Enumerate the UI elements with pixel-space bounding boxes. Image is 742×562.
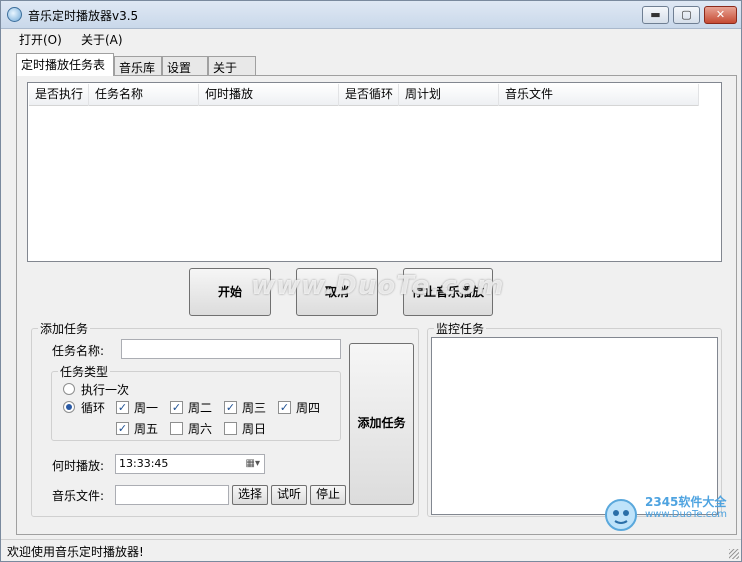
cancel-button[interactable]: 取消 xyxy=(296,268,378,316)
run-once-radio[interactable] xyxy=(63,383,75,395)
start-button[interactable]: 开始 xyxy=(189,268,271,316)
minimize-button[interactable]: ▬ xyxy=(642,6,669,24)
loop-label: 循环 xyxy=(81,401,106,415)
task-list[interactable]: 是否执行 任务名称 何时播放 是否循环 周计划 音乐文件 xyxy=(27,82,722,262)
column-header-music-file[interactable]: 音乐文件 xyxy=(499,84,699,106)
column-header-loop[interactable]: 是否循环 xyxy=(339,84,399,106)
add-task-group: 添加任务 任务名称: 任务类型 执行一次 循环 ✓ 周一 ✓ 周二 ✓ 周三 ✓… xyxy=(31,320,419,517)
window-title: 音乐定时播放器v3.5 xyxy=(28,9,139,23)
menu-open[interactable]: 打开(O) xyxy=(15,31,66,48)
resize-grip[interactable] xyxy=(729,549,739,559)
tab-about[interactable]: 关于 xyxy=(208,56,256,76)
weekday-1-checkbox[interactable]: ✓ xyxy=(116,401,129,414)
stop-music-button[interactable]: 停止音乐播放 xyxy=(403,268,493,316)
monitor-group-title: 监控任务 xyxy=(434,320,487,337)
column-header-enabled[interactable]: 是否执行 xyxy=(29,84,89,106)
weekday-2-checkbox[interactable]: ✓ xyxy=(170,401,183,414)
weekday-4-checkbox[interactable]: ✓ xyxy=(278,401,291,414)
app-icon xyxy=(7,7,22,22)
title-bar[interactable]: 音乐定时播放器v3.5 ▬ ▢ ✕ xyxy=(1,1,741,29)
column-header-play-time[interactable]: 何时播放 xyxy=(199,84,339,106)
tab-schedule[interactable]: 定时播放任务表 xyxy=(16,53,114,76)
main-window: 音乐定时播放器v3.5 ▬ ▢ ✕ 打开(O) 关于(A) 定时播放任务表 音乐… xyxy=(0,0,742,562)
task-type-group: 任务类型 执行一次 循环 ✓ 周一 ✓ 周二 ✓ 周三 ✓ 周四 ✓ 周五 周六… xyxy=(51,363,341,441)
music-file-input[interactable] xyxy=(115,485,229,505)
column-header-weekly-plan[interactable]: 周计划 xyxy=(399,84,499,106)
music-file-label: 音乐文件: xyxy=(52,489,105,503)
menu-bar: 打开(O) 关于(A) xyxy=(1,29,741,49)
weekday-2-label: 周二 xyxy=(188,401,213,415)
add-task-button[interactable]: 添加任务 xyxy=(349,343,414,505)
weekday-5-label: 周五 xyxy=(134,422,159,436)
weekday-6-checkbox[interactable] xyxy=(170,422,183,435)
status-bar: 欢迎使用音乐定时播放器! xyxy=(1,539,741,561)
loop-radio[interactable] xyxy=(63,401,75,413)
weekday-5-checkbox[interactable]: ✓ xyxy=(116,422,129,435)
stop-preview-button[interactable]: 停止 xyxy=(310,485,346,505)
weekday-7-label: 周日 xyxy=(242,422,267,436)
menu-about[interactable]: 关于(A) xyxy=(77,31,127,48)
task-list-header: 是否执行 任务名称 何时播放 是否循环 周计划 音乐文件 xyxy=(29,84,699,106)
monitor-list[interactable] xyxy=(431,337,718,515)
add-task-group-title: 添加任务 xyxy=(38,320,91,337)
schedule-tab-page: 是否执行 任务名称 何时播放 是否循环 周计划 音乐文件 开始 取消 停止音乐播… xyxy=(16,75,737,535)
run-once-label: 执行一次 xyxy=(81,383,130,397)
play-time-value: 13:33:45 xyxy=(119,457,169,470)
play-time-picker[interactable]: 13:33:45 ▦▾ xyxy=(115,454,265,474)
play-time-label: 何时播放: xyxy=(52,459,105,473)
preview-button[interactable]: 试听 xyxy=(271,485,307,505)
close-button[interactable]: ✕ xyxy=(704,6,737,24)
weekday-7-checkbox[interactable] xyxy=(224,422,237,435)
tab-library[interactable]: 音乐库 xyxy=(114,56,162,76)
task-type-group-title: 任务类型 xyxy=(58,363,111,380)
tab-settings[interactable]: 设置 xyxy=(162,56,208,76)
calendar-dropdown-icon[interactable]: ▦▾ xyxy=(246,457,260,471)
choose-file-button[interactable]: 选择 xyxy=(232,485,268,505)
maximize-button[interactable]: ▢ xyxy=(673,6,700,24)
monitor-group: 监控任务 xyxy=(427,320,722,517)
task-name-input[interactable] xyxy=(121,339,341,359)
task-name-label: 任务名称: xyxy=(52,344,105,358)
weekday-3-label: 周三 xyxy=(242,401,267,415)
weekday-1-label: 周一 xyxy=(134,401,159,415)
status-text: 欢迎使用音乐定时播放器! xyxy=(7,545,144,559)
weekday-6-label: 周六 xyxy=(188,422,213,436)
column-header-task-name[interactable]: 任务名称 xyxy=(89,84,199,106)
weekday-3-checkbox[interactable]: ✓ xyxy=(224,401,237,414)
weekday-4-label: 周四 xyxy=(296,401,321,415)
